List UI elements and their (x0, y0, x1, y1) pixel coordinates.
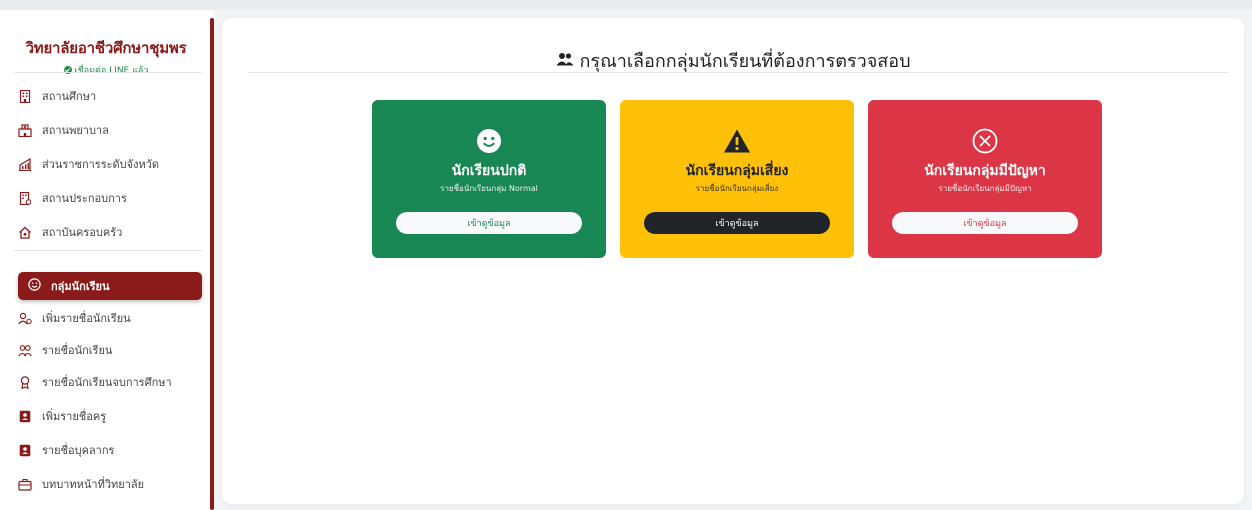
top-bar (0, 0, 1252, 10)
home-icon (18, 225, 32, 239)
sidebar-item-label: กลุ่มนักเรียน (51, 280, 110, 293)
brand-title: วิทยาลัยอาชีวศึกษาชุมพร (25, 39, 187, 57)
users-icon (556, 51, 574, 70)
page-title: กรุณาเลือกกลุ่มนักเรียนที่ต้องการตรวจสอบ (222, 46, 1244, 75)
sidebar-item-add-teacher[interactable]: เพิ่มรายชื่อครู (18, 405, 202, 427)
card-subtitle: รายชื่อนักเรียนกลุ่ม Normal (440, 184, 538, 193)
sidebar-item-label: รายชื่อนักเรียนจบการศึกษา (42, 376, 172, 389)
sidebar-item-add-student[interactable]: เพิ่มรายชื่อนักเรียน (18, 307, 202, 329)
sidebar-item-label: รายชื่อนักเรียน (42, 344, 113, 357)
sidebar-item-hospital[interactable]: สถานพยาบาล (18, 119, 202, 141)
card-subtitle: รายชื่อนักเรียนกลุ่มเสี่ยง (695, 184, 779, 193)
sidebar-item-family[interactable]: สถาบันครอบครัว (18, 221, 202, 243)
briefcase-icon (18, 477, 32, 491)
sidebar-item-label: สถานศึกษา (42, 90, 97, 103)
smile-icon (474, 126, 504, 156)
smile-icon (28, 278, 41, 294)
sidebar-item-label: ส่วนราชการระดับจังหวัด (42, 158, 160, 171)
hospital-icon (18, 123, 32, 137)
page-title-text: กรุณาเลือกกลุ่มนักเรียนที่ต้องการตรวจสอบ (579, 51, 911, 72)
building-icon (18, 89, 32, 103)
sidebar-item-provincial-government[interactable]: ส่วนราชการระดับจังหวัด (18, 153, 202, 175)
card-title: นักเรียนกลุ่มเสี่ยง (685, 163, 789, 179)
sidebar-item-label: เพิ่มรายชื่อนักเรียน (42, 312, 131, 325)
view-at-risk-students-button[interactable]: เข้าดูข้อมูล (644, 212, 830, 234)
sidebar-item-label: สถานพยาบาล (42, 124, 109, 137)
users-icon (18, 343, 32, 357)
brand: วิทยาลัยอาชีวศึกษาชุมพร เชื่อมต่อ LINE แ… (14, 36, 198, 77)
sidebar-item-label: เพิ่มรายชื่อครู (42, 410, 107, 423)
office-icon (18, 191, 32, 205)
award-icon (18, 375, 32, 389)
sidebar-item-label: รายชื่อบุคลากร (42, 444, 115, 457)
sidebar-item-enterprise[interactable]: สถานประกอบการ (18, 187, 202, 209)
card-title: นักเรียนกลุ่มมีปัญหา (924, 163, 1046, 179)
card-title: นักเรียนปกติ (451, 163, 527, 179)
user-add-icon (18, 311, 32, 325)
divider (14, 72, 202, 73)
id-card-icon (18, 409, 32, 423)
card-at-risk-students: นักเรียนกลุ่มเสี่ยง รายชื่อนักเรียนกลุ่ม… (620, 100, 854, 258)
sidebar-item-label: สถาบันครอบครัว (42, 226, 123, 239)
view-normal-students-button[interactable]: เข้าดูข้อมูล (396, 212, 582, 234)
sidebar-item-school[interactable]: สถานศึกษา (18, 85, 202, 107)
divider (248, 72, 1228, 73)
line-status-text: เชื่อมต่อ LINE แล้ว (74, 66, 149, 76)
close-circle-icon (970, 126, 1000, 156)
card-subtitle: รายชื่อนักเรียนกลุ่มมีปัญหา (938, 184, 1032, 193)
card-problem-students: นักเรียนกลุ่มมีปัญหา รายชื่อนักเรียนกลุ่… (868, 100, 1102, 258)
sidebar-item-student-list[interactable]: รายชื่อนักเรียน (18, 339, 202, 361)
view-problem-students-button[interactable]: เข้าดูข้อมูล (892, 212, 1078, 234)
card-normal-students: นักเรียนปกติ รายชื่อนักเรียนกลุ่ม Normal… (372, 100, 606, 258)
line-status: เชื่อมต่อ LINE แล้ว (14, 63, 198, 77)
government-building-icon (18, 157, 32, 171)
sidebar-item-college-roles[interactable]: บทบาทหน้าที่วิทยาลัย (18, 473, 202, 495)
sidebar-item-label: สถานประกอบการ (42, 192, 127, 205)
divider (14, 250, 202, 251)
sidebar-item-personnel-list[interactable]: รายชื่อบุคลากร (18, 439, 202, 461)
sidebar: วิทยาลัยอาชีวศึกษาชุมพร เชื่อมต่อ LINE แ… (0, 10, 210, 510)
sidebar-item-label: บทบาทหน้าที่วิทยาลัย (42, 478, 145, 491)
id-badge-icon (18, 443, 32, 457)
sidebar-item-student-groups[interactable]: กลุ่มนักเรียน (18, 272, 202, 300)
main-panel: กรุณาเลือกกลุ่มนักเรียนที่ต้องการตรวจสอบ… (222, 18, 1244, 504)
warning-icon (722, 126, 752, 156)
sidebar-item-graduated-students[interactable]: รายชื่อนักเรียนจบการศึกษา (18, 371, 202, 393)
